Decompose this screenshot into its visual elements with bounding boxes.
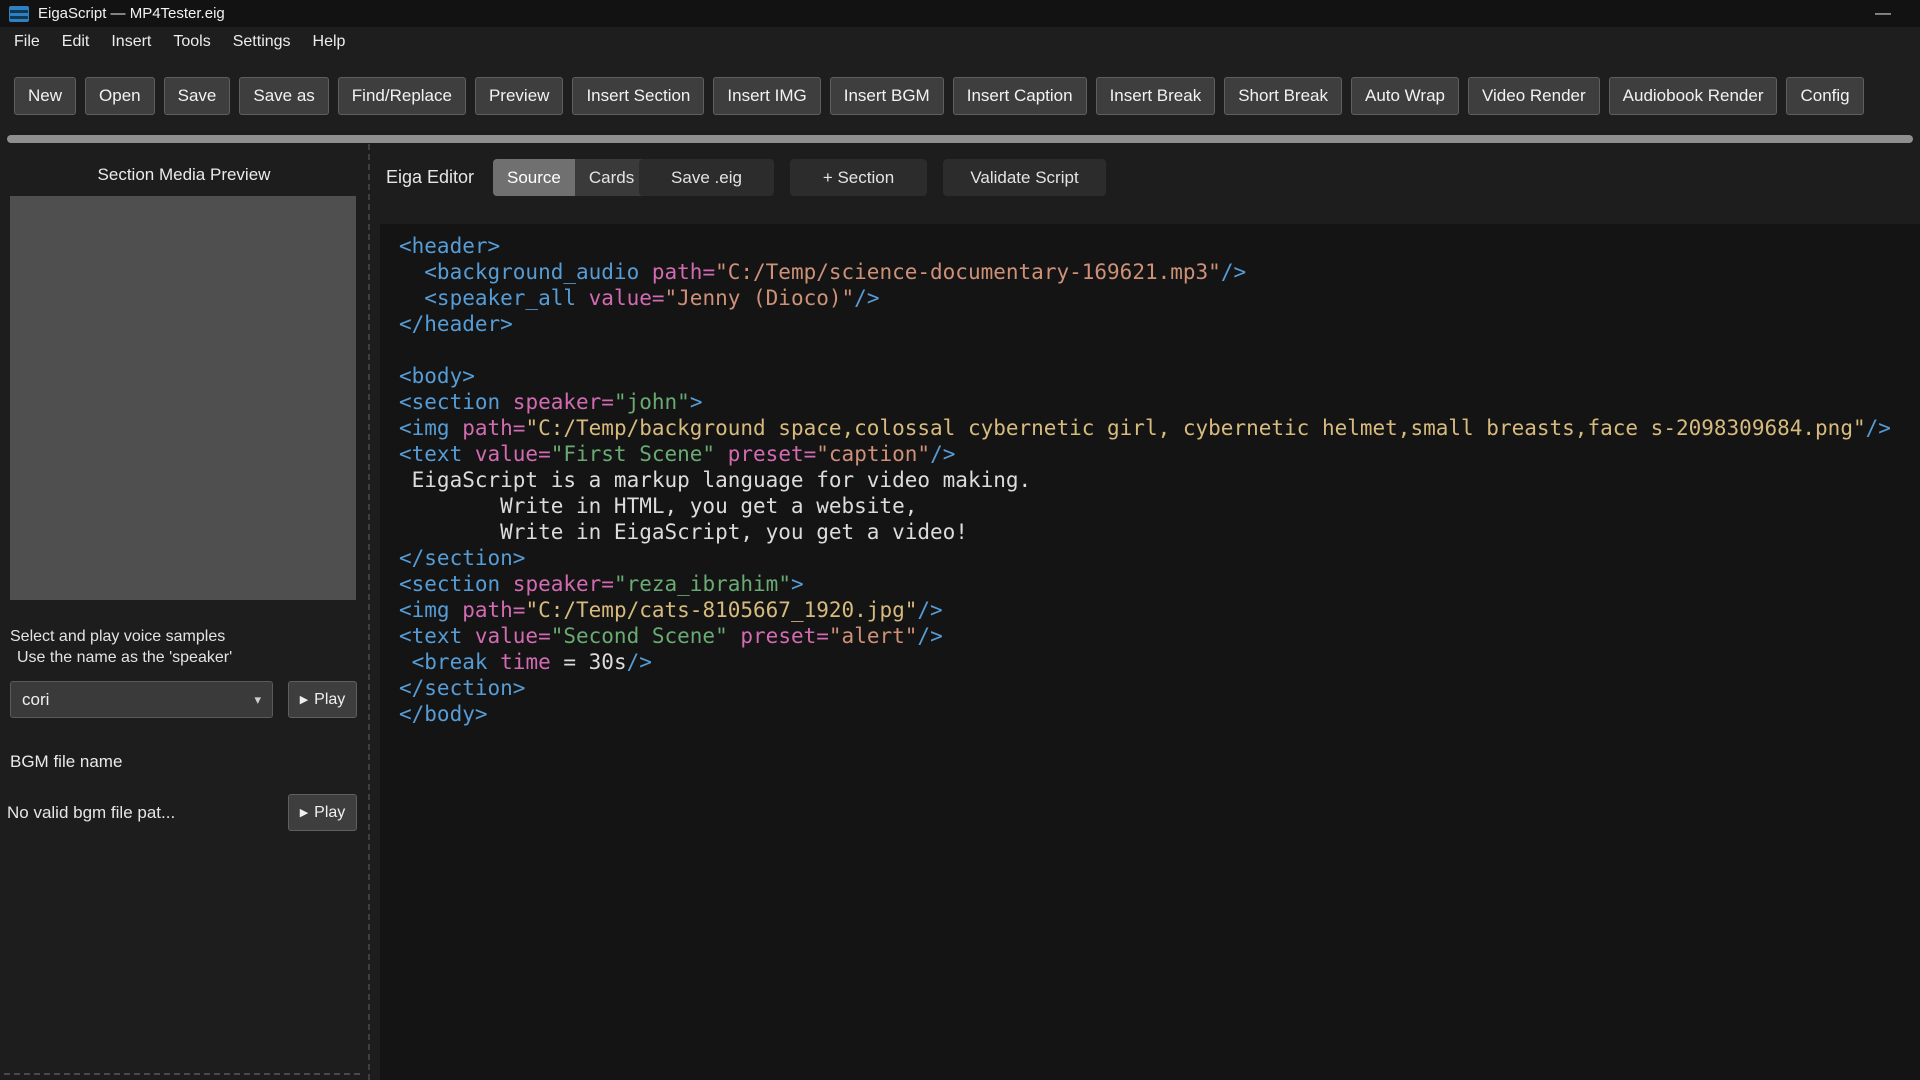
section-media-preview-title: Section Media Preview xyxy=(0,165,368,185)
toolbar-button-open[interactable]: Open xyxy=(85,77,155,115)
code-line: <header> xyxy=(399,233,1914,259)
title-bar: EigaScript — MP4Tester.eig — xyxy=(0,0,1920,27)
code-line: <speaker_all value="Jenny (Dioco)"/> xyxy=(399,285,1914,311)
minimize-button[interactable]: — xyxy=(1875,5,1891,23)
code-line: </section> xyxy=(399,545,1914,571)
play-icon: ▶ xyxy=(300,806,308,819)
code-line: Write in EigaScript, you get a video! xyxy=(399,519,1914,545)
code-line: </section> xyxy=(399,675,1914,701)
voice-row: cori ▾ ▶ Play xyxy=(10,681,357,718)
toolbar-button-config[interactable]: Config xyxy=(1786,77,1863,115)
menu-file[interactable]: File xyxy=(3,27,51,56)
media-preview-box xyxy=(10,196,356,600)
voice-play-label: Play xyxy=(314,691,345,709)
action-save-eig[interactable]: Save .eig xyxy=(639,159,774,196)
code-line xyxy=(399,337,1914,363)
bgm-status-text: No valid bgm file pat... xyxy=(7,794,175,831)
bgm-play-button[interactable]: ▶ Play xyxy=(288,794,357,831)
code-line: <img path="C:/Temp/cats-8105667_1920.jpg… xyxy=(399,597,1914,623)
toolbar-button-short-break[interactable]: Short Break xyxy=(1224,77,1342,115)
action-section[interactable]: + Section xyxy=(790,159,927,196)
sidebar-bottom-divider xyxy=(4,1073,360,1075)
voice-play-button[interactable]: ▶ Play xyxy=(288,681,357,718)
editor-title: Eiga Editor xyxy=(386,159,474,196)
code-line: <text value="First Scene" preset="captio… xyxy=(399,441,1914,467)
code-line: <background_audio path="C:/Temp/science-… xyxy=(399,259,1914,285)
code-editor[interactable]: <header> <background_audio path="C:/Temp… xyxy=(380,224,1920,1080)
sidebar: Section Media Preview Select and play vo… xyxy=(0,144,370,1080)
editor-panel: Eiga Editor SourceCards Save .eig + Secti… xyxy=(372,144,1920,1080)
code-line: <text value="Second Scene" preset="alert… xyxy=(399,623,1914,649)
bgm-file-name-label: BGM file name xyxy=(10,752,122,772)
toolbar-button-auto-wrap[interactable]: Auto Wrap xyxy=(1351,77,1459,115)
code-line: </body> xyxy=(399,701,1914,727)
action-validate-script[interactable]: Validate Script xyxy=(943,159,1106,196)
menu-bar: FileEditInsertToolsSettingsHelp xyxy=(0,27,1920,56)
chevron-down-icon: ▾ xyxy=(254,692,261,708)
menu-insert[interactable]: Insert xyxy=(100,27,162,56)
code-line: <section speaker="john"> xyxy=(399,389,1914,415)
toolbar-button-save[interactable]: Save xyxy=(164,77,231,115)
toolbar-button-save-as[interactable]: Save as xyxy=(239,77,328,115)
toolbar-button-video-render[interactable]: Video Render xyxy=(1468,77,1600,115)
menu-settings[interactable]: Settings xyxy=(222,27,302,56)
editor-actions: Save .eig + Section Validate Script xyxy=(639,159,1106,196)
code-line: <break time = 30s/> xyxy=(399,649,1914,675)
code-line: <img path="C:/Temp/background space,colo… xyxy=(399,415,1914,441)
menu-edit[interactable]: Edit xyxy=(51,27,101,56)
voice-select[interactable]: cori ▾ xyxy=(10,681,273,718)
menu-help[interactable]: Help xyxy=(302,27,357,56)
toolbar-button-new[interactable]: New xyxy=(14,77,76,115)
toolbar-button-audiobook-render[interactable]: Audiobook Render xyxy=(1609,77,1778,115)
menu-tools[interactable]: Tools xyxy=(162,27,221,56)
toolbar-button-find-replace[interactable]: Find/Replace xyxy=(338,77,466,115)
bgm-row: No valid bgm file pat... ▶ Play xyxy=(7,794,357,831)
code-line: </header> xyxy=(399,311,1914,337)
code-line: EigaScript is a markup language for vide… xyxy=(399,467,1914,493)
bgm-play-label: Play xyxy=(314,804,345,822)
toolbar: NewOpenSaveSave asFind/ReplacePreviewIns… xyxy=(0,56,1920,135)
app-icon xyxy=(9,6,29,22)
play-icon: ▶ xyxy=(300,693,308,706)
view-mode-tabs: SourceCards xyxy=(493,159,648,196)
toolbar-button-preview[interactable]: Preview xyxy=(475,77,563,115)
toolbar-button-insert-bgm[interactable]: Insert BGM xyxy=(830,77,944,115)
code-line: <section speaker="reza_ibrahim"> xyxy=(399,571,1914,597)
progress-bar xyxy=(7,135,1913,143)
voice-select-value: cori xyxy=(22,690,49,710)
tab-cards[interactable]: Cards xyxy=(575,159,648,196)
toolbar-button-insert-break[interactable]: Insert Break xyxy=(1096,77,1216,115)
window-title: EigaScript — MP4Tester.eig xyxy=(38,5,225,22)
toolbar-button-insert-img[interactable]: Insert IMG xyxy=(713,77,820,115)
code-line: Write in HTML, you get a website, xyxy=(399,493,1914,519)
voice-hint-line2: Use the name as the 'speaker' xyxy=(17,649,232,667)
voice-hint-line1: Select and play voice samples xyxy=(10,628,225,646)
code-line: <body> xyxy=(399,363,1914,389)
toolbar-button-insert-section[interactable]: Insert Section xyxy=(572,77,704,115)
tab-source[interactable]: Source xyxy=(493,159,575,196)
toolbar-button-insert-caption[interactable]: Insert Caption xyxy=(953,77,1087,115)
